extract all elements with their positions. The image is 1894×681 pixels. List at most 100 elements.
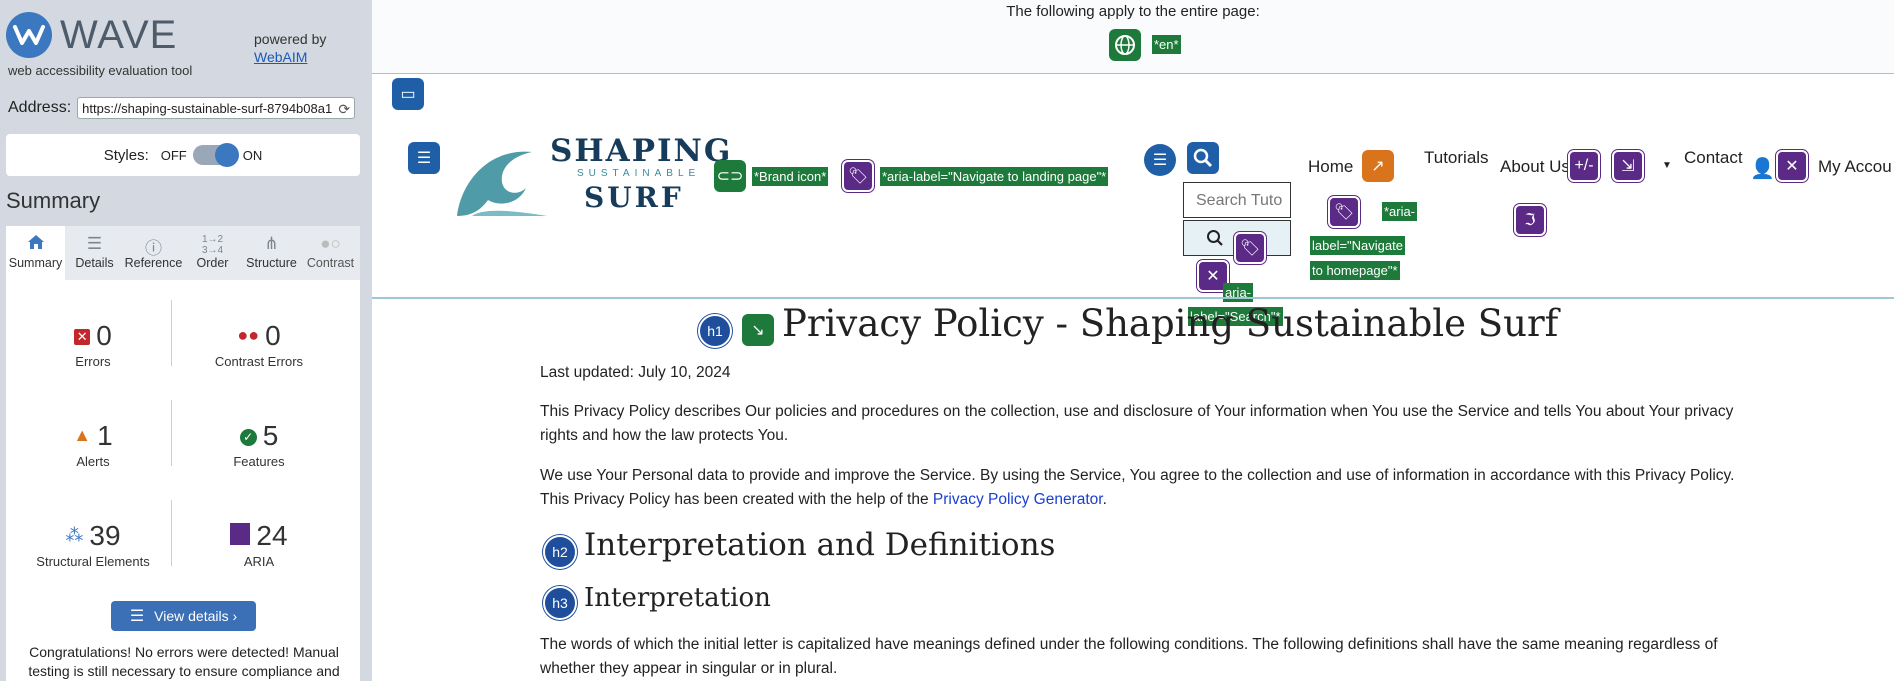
view-details-button[interactable]: ☰ View details ›: [111, 601, 256, 631]
navigation-icon[interactable]: ☰: [408, 142, 440, 174]
aria-icon: [230, 523, 251, 545]
powered-by-text: powered by: [254, 31, 327, 47]
feature-icon: ✓: [239, 429, 257, 446]
stat-features[interactable]: ✓ 5 Features: [184, 420, 334, 469]
nav-contact[interactable]: Contact: [1684, 148, 1743, 168]
tab-label: Structure: [246, 256, 297, 270]
alert-icon[interactable]: ↗: [1362, 150, 1394, 182]
h1-badge[interactable]: h1: [698, 314, 732, 348]
address-row: Address: https://shaping-sustainable-sur…: [8, 97, 356, 119]
styles-toggle[interactable]: [192, 143, 239, 167]
aria-label-icon[interactable]: 🏷: [842, 160, 874, 192]
tab-summary[interactable]: Summary: [6, 226, 65, 280]
unordered-list-icon[interactable]: ☰: [1144, 144, 1176, 176]
styles-toggle-row: Styles: OFF ON: [6, 134, 360, 176]
tab-structure[interactable]: ⋔ Structure: [242, 226, 301, 280]
aria-label: ARIA: [243, 554, 275, 569]
privacy-policy-generator-link[interactable]: Privacy Policy Generator: [933, 491, 1103, 508]
styles-on-label: ON: [242, 147, 263, 163]
feature-icon[interactable]: ↘: [742, 314, 774, 346]
tab-details[interactable]: ☰ Details: [65, 226, 124, 280]
divider: [171, 500, 172, 566]
structure-icon: ⁂: [65, 525, 84, 545]
aria-popup-icon[interactable]: ⇲: [1612, 150, 1644, 182]
heading-interpretation-definitions: Interpretation and Definitions: [584, 527, 1056, 563]
aria-expanded-icon[interactable]: +/-: [1568, 150, 1600, 182]
tab-label: Order: [196, 256, 229, 270]
wave-logo: WAVE: [6, 12, 177, 58]
contrast-errors-count: 0: [265, 320, 281, 351]
errors-label: Errors: [75, 354, 111, 369]
language-icon[interactable]: [1109, 29, 1141, 61]
stat-structural[interactable]: ⁂ 39 Structural Elements: [18, 520, 168, 569]
language-label: *en*: [1152, 35, 1181, 54]
evaluated-page: The following apply to the entire page: …: [372, 0, 1894, 681]
aria-count: 24: [256, 520, 288, 551]
toggle-knob[interactable]: [214, 143, 239, 167]
structural-count: 39: [89, 520, 121, 551]
tab-reference[interactable]: ⓘ Reference: [124, 226, 183, 280]
user-icon[interactable]: 👤: [1750, 156, 1775, 181]
brand-name-line1: SHAPING: [550, 133, 733, 169]
nav-tutorials[interactable]: Tutorials: [1424, 148, 1489, 168]
wave-brand: WAVE: [60, 12, 178, 57]
entire-page-text: The following apply to the entire page:: [1006, 3, 1260, 20]
styles-off-label: OFF: [160, 147, 187, 163]
header-region-icon[interactable]: ▭: [392, 78, 424, 110]
aria-label-icon[interactable]: 🏷: [1328, 196, 1360, 228]
styles-label: Styles:: [103, 146, 149, 164]
order-icon: 1→2 3→4: [201, 234, 224, 256]
brand-icon-label: *Brand icon*: [752, 167, 829, 186]
tab-contrast[interactable]: ●○ Contrast: [301, 226, 360, 280]
search-aria-label-1: aria-: [1223, 283, 1254, 302]
divider: [171, 400, 172, 466]
paragraph-3: The words of which the initial letter is…: [540, 636, 1718, 677]
powered-by: powered by WebAIM: [254, 30, 326, 66]
wave-tabs: Summary ☰ Details ⓘ Reference 1→2 3→4 Ord…: [6, 226, 360, 280]
nav-home[interactable]: Home: [1308, 157, 1353, 177]
brand-name-line3: SURF: [584, 181, 684, 214]
search-region-icon[interactable]: [1187, 142, 1219, 174]
error-icon: ✕: [74, 329, 91, 345]
address-label: Address:: [8, 99, 72, 116]
aria-hidden-icon[interactable]: ✕: [1776, 150, 1808, 182]
list-icon: ☰: [129, 608, 145, 625]
surf-logo-icon: [457, 151, 547, 216]
heading-interpretation: Interpretation: [584, 583, 771, 613]
view-details-label: View details ›: [154, 608, 238, 624]
alerts-label: Alerts: [76, 454, 110, 469]
chevron-down-icon[interactable]: ▼: [1662, 160, 1672, 171]
address-input[interactable]: https://shaping-sustainable-surf-8794b08…: [77, 97, 356, 119]
wave-tagline: web accessibility evaluation tool: [8, 63, 193, 78]
alert-icon: ▲: [73, 425, 92, 445]
search-input[interactable]: Search Tuto: [1183, 182, 1291, 218]
reload-icon[interactable]: ⟳: [338, 98, 351, 118]
divider: [171, 300, 172, 366]
brand-name-line2: SUSTAINABLE: [577, 168, 701, 179]
link-feature-icon[interactable]: ⊂⊃: [714, 160, 746, 192]
stat-contrast-errors[interactable]: ●● 0 Contrast Errors: [184, 320, 334, 369]
h3-badge[interactable]: h3: [543, 586, 577, 620]
stat-errors[interactable]: ✕ 0 Errors: [18, 320, 168, 369]
aria-label-icon[interactable]: 🏷: [1234, 232, 1266, 264]
errors-count: 0: [96, 320, 112, 351]
address-value: https://shaping-sustainable-surf-8794b08…: [82, 101, 333, 116]
stat-aria[interactable]: 24 ARIA: [184, 520, 334, 569]
h2-badge[interactable]: h2: [543, 535, 577, 569]
search-icon: [1206, 229, 1224, 252]
structure-icon: ⋔: [264, 234, 279, 253]
info-icon: ⓘ: [145, 239, 162, 258]
nav-about[interactable]: About Us: [1500, 157, 1570, 177]
tab-order[interactable]: 1→2 3→4 Order: [183, 226, 242, 280]
nav-account[interactable]: My Accou: [1818, 157, 1892, 177]
paragraph-2-end: .: [1102, 491, 1107, 508]
stat-alerts[interactable]: ▲ 1 Alerts: [18, 420, 168, 469]
webaim-link[interactable]: WebAIM: [254, 49, 307, 65]
landing-aria-label: *aria-label="Navigate to landing page"*: [880, 167, 1109, 186]
list-icon: ☰: [86, 234, 103, 253]
wave-sidebar: WAVE web accessibility evaluation tool p…: [0, 0, 372, 681]
aria-icon[interactable]: ℑ: [1514, 204, 1546, 236]
last-updated: Last updated: July 10, 2024: [540, 364, 731, 381]
congrats-message: Congratulations! No errors were detected…: [28, 644, 340, 679]
summary-heading: Summary: [6, 188, 101, 213]
